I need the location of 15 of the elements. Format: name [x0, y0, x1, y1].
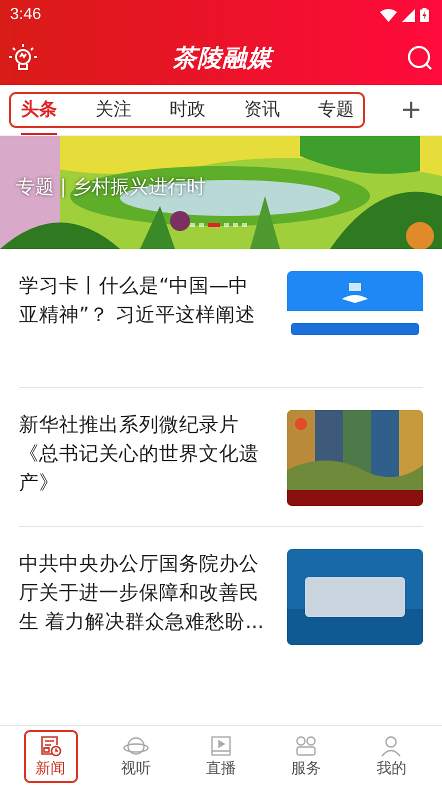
nav-tab[interactable]: 我的: [364, 730, 418, 782]
article-title[interactable]: 新华社推出系列微纪录片《总书记关心的世界文化遗产》: [19, 410, 264, 526]
nav-tab[interactable]: 新闻: [24, 730, 78, 782]
tab[interactable]: 关注: [95, 85, 132, 135]
tab[interactable]: 时政: [170, 85, 206, 135]
tab[interactable]: 专题: [318, 85, 354, 135]
nav-tab[interactable]: 服务: [279, 730, 334, 782]
tab[interactable]: 资讯: [244, 85, 280, 135]
article-title[interactable]: 中共中央办公厅国务院办公厅关于进一步保障和改善民生 着力解决群众急难愁盼...: [19, 549, 264, 666]
app-title: 茶陵融媒: [172, 42, 272, 74]
article-title[interactable]: 学习卡丨什么是“中国—中亚精神”？ 习近平这样阐述: [19, 271, 264, 387]
status-time: 3:46: [10, 6, 42, 24]
add-tab-button[interactable]: +: [392, 95, 430, 125]
nav-tab[interactable]: 直播: [194, 730, 248, 782]
nav-tab[interactable]: 视听: [108, 730, 163, 782]
